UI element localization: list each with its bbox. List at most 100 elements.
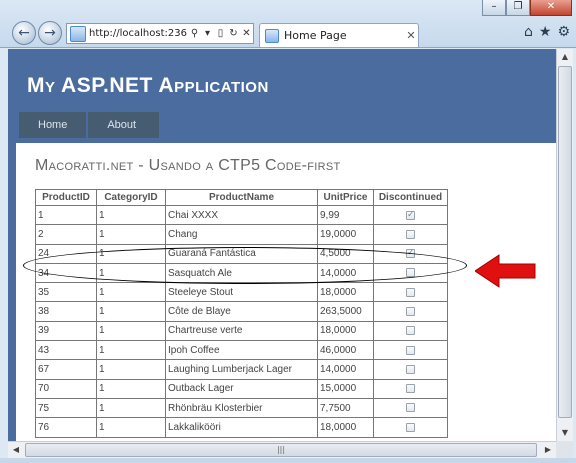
discontinued-checkbox[interactable] [406,287,415,297]
browser-tools: ⌂ ★ ⚙ [524,24,570,40]
vertical-scroll-thumb[interactable] [558,66,572,418]
vertical-scrollbar[interactable]: ▲ ▼ [556,49,573,441]
cell-productid: 38 [35,301,97,322]
settings-gear-icon[interactable]: ⚙ [557,24,570,40]
page-favicon-icon [70,25,86,42]
cell-productname: Rhönbräu Klosterbier [165,397,318,419]
cell-unitprice: 18,0000 [317,320,374,342]
main-menu: Home About [18,111,161,139]
stop-icon[interactable]: ✕ [240,28,253,39]
col-header-unitprice[interactable]: UnitPrice [317,189,374,206]
page-viewport: My ASP.NET Application Home About Macora… [8,49,556,441]
cell-categoryid: 1 [96,224,166,245]
back-arrow-icon[interactable]: ← [12,21,36,45]
cell-categoryid: 1 [96,204,166,226]
cell-unitprice: 14,0000 [317,359,374,380]
address-url[interactable]: http://localhost:2361/De [89,28,188,39]
window-controls: – ❐ ✕ [482,0,572,16]
discontinued-checkbox[interactable] [406,345,415,355]
window-frame-bottom [0,458,576,463]
cell-productname: Outback Lager [165,378,318,399]
scroll-down-icon[interactable]: ▼ [557,425,573,441]
table-row: 75 1 Rhönbräu Klosterbier 7,7500 [35,397,448,419]
favorites-star-icon[interactable]: ★ [539,24,552,40]
address-bar[interactable]: http://localhost:2361/De ⚲ ▾ ▯ ↻ ✕ [66,23,254,44]
horizontal-scroll-thumb[interactable]: ||| [25,443,537,457]
products-table: ProductID CategoryID ProductName UnitPri… [35,189,448,438]
discontinued-checkbox[interactable] [406,422,415,432]
main-content: Macoratti.net - Usando a CTP5 Code-first… [16,143,556,441]
cell-productname: Lakkalikööri [165,417,318,438]
scroll-left-icon[interactable]: ◀ [8,442,24,458]
horizontal-scrollbar[interactable]: ◀ ||| ▶ [8,441,556,458]
cell-categoryid: 1 [96,417,166,438]
discontinued-checkbox[interactable] [406,403,415,413]
cell-discontinued [373,224,448,245]
close-icon[interactable]: ✕ [530,0,572,16]
table-row: 35 1 Steeleye Stout 18,0000 [35,282,448,303]
scroll-up-icon[interactable]: ▲ [557,49,573,65]
table-row: 67 1 Laughing Lumberjack Lager 14,0000 [35,359,448,380]
red-arrow-icon [475,254,536,288]
cell-productid: 70 [35,378,97,399]
forward-arrow-icon[interactable]: → [38,21,62,45]
cell-discontinued [373,204,448,226]
table-row: 39 1 Chartreuse verte 18,0000 [35,320,448,342]
search-icon[interactable]: ⚲ [188,28,201,39]
scroll-corner [556,441,573,458]
cell-unitprice: 46,0000 [317,340,374,361]
table-row: 2 1 Chang 19,0000 [35,224,448,245]
col-header-discontinued[interactable]: Discontinued [373,189,448,206]
col-header-productid[interactable]: ProductID [35,189,97,206]
tab-home-page[interactable]: Home Page ✕ [259,23,419,47]
cell-unitprice: 19,0000 [317,224,374,245]
cell-discontinued [373,378,448,399]
table-row: 70 1 Outback Lager 15,0000 [35,378,448,399]
discontinued-checkbox[interactable] [406,384,415,394]
cell-discontinued [373,397,448,419]
dropdown-icon[interactable]: ▾ [201,28,214,39]
cell-unitprice: 263,5000 [317,301,374,322]
cell-discontinued [373,417,448,438]
table-row: 43 1 Ipoh Coffee 46,0000 [35,340,448,361]
minimize-icon[interactable]: – [482,0,506,16]
cell-categoryid: 1 [96,378,166,399]
tab-close-icon[interactable]: ✕ [404,29,418,42]
tab-title: Home Page [284,29,347,42]
page-heading: Macoratti.net - Usando a CTP5 Code-first [35,157,341,174]
menu-item-home[interactable]: Home [18,111,88,139]
cell-unitprice: 15,0000 [317,378,374,399]
col-header-productname[interactable]: ProductName [165,189,318,206]
table-body: 11Chai XXXX9,9921Chang19,0000241Guaraná … [35,204,448,438]
discontinued-checkbox[interactable] [406,326,415,336]
menu-item-about[interactable]: About [87,111,161,139]
cell-categoryid: 1 [96,340,166,361]
cell-categoryid: 1 [96,301,166,322]
highlight-ellipse [23,247,467,284]
cell-categoryid: 1 [96,320,166,342]
discontinued-checkbox[interactable] [406,306,415,316]
col-header-categoryid[interactable]: CategoryID [96,189,166,206]
cell-productid: 75 [35,397,97,419]
browser-chrome: – ❐ ✕ ← → http://localhost:2361/De ⚲ ▾ ▯… [0,0,576,48]
discontinued-checkbox[interactable] [406,209,415,220]
cell-productname: Laughing Lumberjack Lager [165,359,318,380]
cell-productid: 39 [35,320,97,342]
cell-productname: Ipoh Coffee [165,340,318,361]
cell-unitprice: 18,0000 [317,282,374,303]
cell-categoryid: 1 [96,359,166,380]
cell-unitprice: 7,7500 [317,397,374,419]
scroll-right-icon[interactable]: ▶ [540,442,556,458]
refresh-icon[interactable]: ↻ [227,28,240,39]
discontinued-checkbox[interactable] [406,364,415,374]
table-row: 38 1 Côte de Blaye 263,5000 [35,301,448,322]
cell-categoryid: 1 [96,282,166,303]
discontinued-checkbox[interactable] [406,229,415,239]
cell-productid: 2 [35,224,97,245]
compat-view-icon[interactable]: ▯ [214,28,227,39]
cell-productname: Côte de Blaye [165,301,318,322]
restore-icon[interactable]: ❐ [506,0,530,16]
cell-productname: Steeleye Stout [165,282,318,303]
cell-productid: 67 [35,359,97,380]
home-icon[interactable]: ⌂ [524,24,533,40]
